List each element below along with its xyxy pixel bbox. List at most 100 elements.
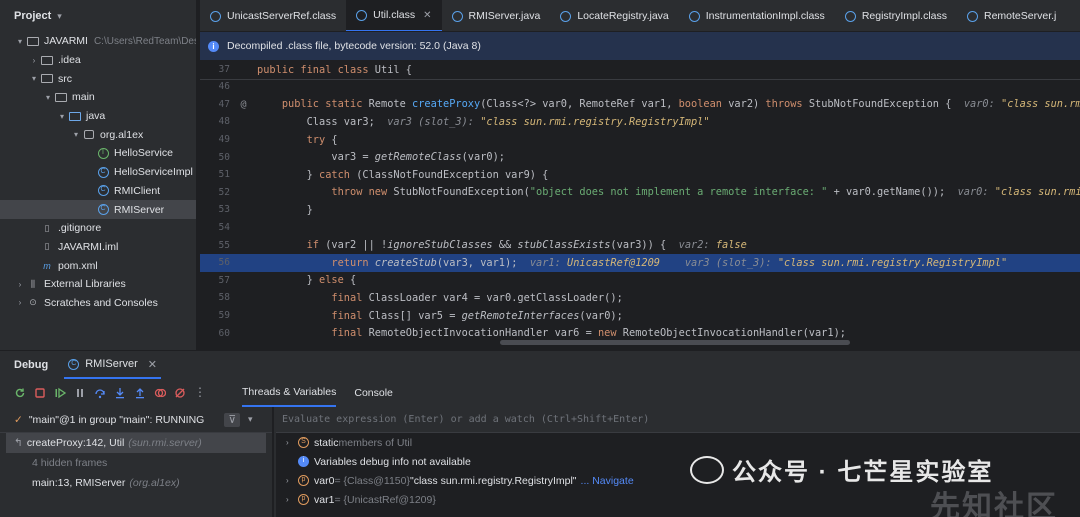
code-line[interactable]: 49 try { bbox=[200, 131, 1080, 149]
class-icon bbox=[967, 10, 978, 22]
code-line[interactable]: 61 bbox=[200, 342, 1080, 346]
chevron-down-icon[interactable]: ▾ bbox=[57, 11, 62, 22]
code-line[interactable]: 57 } else { bbox=[200, 272, 1080, 290]
step-over-icon[interactable] bbox=[94, 387, 106, 399]
evaluate-expression-input[interactable]: Evaluate expression (Enter) or add a wat… bbox=[276, 407, 1080, 433]
tree-item-helloservice[interactable]: I HelloService bbox=[0, 144, 196, 163]
tree-item-external-libraries[interactable]: › ⫼ External Libraries bbox=[0, 275, 196, 294]
rerun-icon[interactable] bbox=[14, 387, 26, 399]
tree-item-rmiclient[interactable]: C RMIClient bbox=[0, 182, 196, 201]
close-icon[interactable]: ✕ bbox=[148, 358, 157, 371]
frames-splitter[interactable] bbox=[272, 407, 274, 517]
code-editor[interactable]: 37 public final class Util { 46 47 @ publi… bbox=[200, 60, 1080, 346]
line-number: 52 bbox=[218, 186, 230, 198]
tree-item-label: .idea bbox=[58, 54, 81, 67]
tree-item-helloserviceimpl[interactable]: C HelloServiceImpl bbox=[0, 163, 196, 182]
project-title: Project bbox=[14, 10, 52, 22]
variable-row[interactable]: › Sstatic members of Util bbox=[276, 433, 1080, 452]
mute-breakpoints-icon[interactable] bbox=[174, 387, 186, 399]
expand-arrow-icon[interactable]: › bbox=[14, 298, 26, 307]
code-line[interactable]: 48 Class var3; var3 (slot_3): "class sun… bbox=[200, 113, 1080, 131]
tree-item-label: JAVARMI.iml bbox=[58, 240, 119, 253]
tree-item-javarmi-iml[interactable]: ▯ JAVARMI.iml bbox=[0, 238, 196, 257]
code-line[interactable]: 55 if (var2 || !ignoreStubClasses && stu… bbox=[200, 236, 1080, 254]
code-line[interactable]: 51 } catch (ClassNotFoundException var9)… bbox=[200, 166, 1080, 184]
tab-locateregistry-java[interactable]: LocateRegistry.java bbox=[550, 0, 678, 31]
code-line[interactable]: 53 } bbox=[200, 201, 1080, 219]
expand-arrow-icon[interactable]: › bbox=[286, 438, 298, 447]
wechat-icon bbox=[690, 455, 724, 484]
frame-item[interactable]: main:13, RMIServer (org.al1ex) bbox=[0, 473, 272, 493]
tree-item-label: HelloServiceImpl bbox=[114, 166, 193, 179]
tree-item--idea[interactable]: › .idea bbox=[0, 51, 196, 70]
tree-item--gitignore[interactable]: ▯ .gitignore bbox=[0, 219, 196, 238]
code-text: } catch (ClassNotFoundException var9) { bbox=[257, 168, 549, 181]
code-line[interactable]: 59 final Class[] var5 = getRemoteInterfa… bbox=[200, 307, 1080, 325]
banner-text: Decompiled .class file, bytecode version… bbox=[227, 40, 481, 52]
resume-icon[interactable] bbox=[54, 387, 66, 399]
debug-session-tab[interactable]: C RMIServer ✕ bbox=[64, 351, 162, 379]
tree-item-org-al1ex[interactable]: ▾ org.al1ex bbox=[0, 125, 196, 144]
sticky-header-line[interactable]: 37 public final class Util { bbox=[200, 60, 1080, 80]
info-icon: i bbox=[298, 456, 309, 467]
step-into-icon[interactable] bbox=[114, 387, 126, 399]
code-line[interactable]: 46 bbox=[200, 78, 1080, 96]
tree-item-rmiserver[interactable]: C RMIServer bbox=[0, 200, 196, 219]
debug-subtab-1[interactable]: Console bbox=[354, 379, 393, 407]
debug-subtab-0[interactable]: Threads & Variables bbox=[242, 379, 337, 407]
expand-arrow-icon[interactable]: ▾ bbox=[14, 37, 26, 46]
code-text: } else { bbox=[257, 274, 357, 287]
variable-name: var0 bbox=[314, 474, 335, 487]
pause-icon[interactable] bbox=[74, 387, 86, 399]
thread-selector[interactable]: ✓ "main"@1 in group "main": RUNNING ⊽ ▾ bbox=[0, 407, 272, 433]
code-text: final ClassLoader var4 = var0.getClassLo… bbox=[331, 291, 623, 304]
stop-icon[interactable] bbox=[34, 387, 46, 399]
expand-arrow-icon[interactable]: ▾ bbox=[56, 112, 68, 121]
expand-arrow-icon[interactable]: ▾ bbox=[28, 74, 40, 83]
frame-item[interactable]: 4 hidden frames bbox=[0, 453, 272, 473]
filter-icon[interactable]: ⊽ bbox=[224, 412, 241, 427]
tree-item-javarmi[interactable]: ▾ JAVARMI C:\Users\RedTeam\Des bbox=[0, 32, 196, 51]
tab-label: Util.class bbox=[373, 9, 416, 21]
package-icon bbox=[82, 129, 96, 141]
code-line[interactable]: 58 final ClassLoader var4 = var0.getClas… bbox=[200, 289, 1080, 307]
close-icon[interactable]: ✕ bbox=[423, 10, 431, 21]
class-icon bbox=[210, 10, 221, 22]
code-line[interactable]: 60 final RemoteObjectInvocationHandler v… bbox=[200, 324, 1080, 342]
frame-item[interactable]: ↰ createProxy:142, Util (sun.rmi.server) bbox=[6, 433, 266, 453]
tab-remoteserver-j[interactable]: RemoteServer.j bbox=[957, 0, 1066, 31]
code-line[interactable]: 54 bbox=[200, 219, 1080, 237]
navigate-link[interactable]: ... Navigate bbox=[581, 475, 634, 487]
tree-item-src[interactable]: ▾ src bbox=[0, 69, 196, 88]
frame-label: 4 hidden frames bbox=[32, 457, 108, 469]
tab-unicastserverref-class[interactable]: UnicastServerRef.class bbox=[200, 0, 346, 31]
code-line[interactable]: 56 return createStub(var3, var1); var1: … bbox=[200, 254, 1080, 272]
tree-item-java[interactable]: ▾ java bbox=[0, 107, 196, 126]
tree-item-scratches-and-consoles[interactable]: › ⊙ Scratches and Consoles bbox=[0, 294, 196, 313]
code-line[interactable]: 52 throw new StubNotFoundException("obje… bbox=[200, 184, 1080, 202]
tab-label: UnicastServerRef.class bbox=[227, 10, 337, 22]
expand-arrow-icon[interactable]: › bbox=[286, 476, 298, 485]
chevron-down-icon[interactable]: ▾ bbox=[248, 414, 253, 425]
decompiled-banner: i Decompiled .class file, bytecode versi… bbox=[200, 32, 1080, 60]
expand-arrow-icon[interactable]: › bbox=[286, 495, 298, 504]
line-number: 49 bbox=[218, 134, 230, 146]
tree-item-pom-xml[interactable]: m pom.xml bbox=[0, 256, 196, 275]
expand-arrow-icon[interactable]: › bbox=[28, 56, 40, 65]
expand-arrow-icon[interactable]: ▾ bbox=[42, 93, 54, 102]
code-line[interactable]: 47 @ public static Remote createProxy(Cla… bbox=[200, 96, 1080, 114]
tab-registryimpl-class[interactable]: RegistryImpl.class bbox=[835, 0, 957, 31]
tab-rmiserver-java[interactable]: RMIServer.java bbox=[442, 0, 551, 31]
code-line[interactable]: 50 var3 = getRemoteClass(var0); bbox=[200, 148, 1080, 166]
tab-util-class[interactable]: Util.class ✕ bbox=[346, 0, 442, 31]
view-breakpoints-icon[interactable] bbox=[154, 387, 166, 399]
tree-item-main[interactable]: ▾ main bbox=[0, 88, 196, 107]
debug-panel: Debug C RMIServer ✕ ⋮ Threads & Variable… bbox=[0, 350, 1080, 517]
step-out-icon[interactable] bbox=[134, 387, 146, 399]
expand-arrow-icon[interactable]: › bbox=[14, 280, 26, 289]
more-icon[interactable]: ⋮ bbox=[194, 386, 206, 399]
project-panel-header[interactable]: Project ▾ bbox=[0, 0, 196, 32]
override-icon: @ bbox=[240, 98, 247, 110]
tab-instrumentationimpl-class[interactable]: InstrumentationImpl.class bbox=[679, 0, 835, 31]
expand-arrow-icon[interactable]: ▾ bbox=[70, 130, 82, 139]
